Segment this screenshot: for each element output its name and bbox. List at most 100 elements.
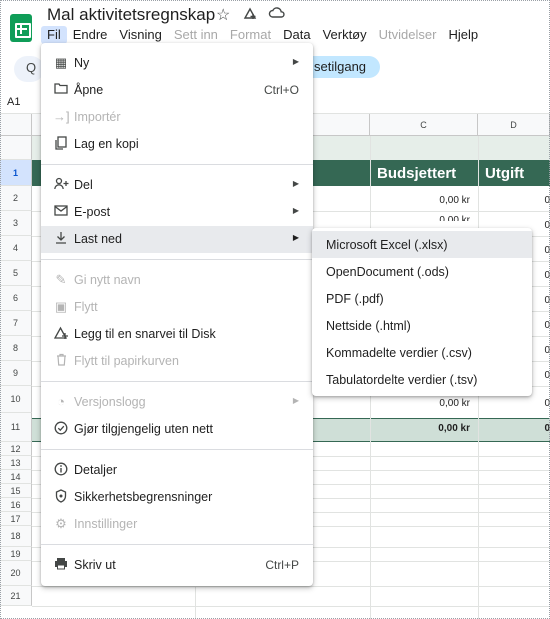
menu-item-email[interactable]: E-post ▶ xyxy=(41,199,313,226)
grid-line xyxy=(32,606,550,607)
menu-item-details[interactable]: Detaljer xyxy=(41,457,313,484)
menu-item-label: Åpne xyxy=(74,83,104,97)
row-header[interactable]: 4 xyxy=(0,236,32,261)
menu-help[interactable]: Hjelp xyxy=(442,26,484,44)
row-header[interactable]: 19 xyxy=(0,547,32,561)
row-header[interactable]: 14 xyxy=(0,470,32,484)
menu-item-share[interactable]: Del ▶ xyxy=(41,172,313,199)
submenu-arrow-icon: ▶ xyxy=(292,396,299,405)
column-header-d[interactable]: D xyxy=(478,114,550,136)
row-header[interactable]: 17 xyxy=(0,512,32,526)
submenu-item-label: PDF (.pdf) xyxy=(326,292,384,306)
name-box[interactable]: A1 xyxy=(7,96,20,108)
menu-item-open[interactable]: Åpne Ctrl+O xyxy=(41,77,313,104)
download-pdf[interactable]: PDF (.pdf) xyxy=(312,285,532,312)
menu-item-offline[interactable]: Gjør tilgjengelig uten nett xyxy=(41,416,313,443)
download-csv[interactable]: Kommadelte verdier (.csv) xyxy=(312,339,532,366)
row-header[interactable] xyxy=(0,136,32,160)
cell-c3[interactable]: 0,00 kr xyxy=(372,215,470,221)
row-header[interactable]: 6 xyxy=(0,286,32,311)
menu-insert[interactable]: Sett inn xyxy=(168,26,224,44)
menu-item-label: Gjør tilgjengelig uten nett xyxy=(74,422,213,436)
menu-item-make-copy[interactable]: Lag en kopi xyxy=(41,131,313,158)
menu-item-trash[interactable]: Flytt til papirkurven xyxy=(41,348,313,375)
info-icon xyxy=(53,462,69,478)
row-header[interactable]: 3 xyxy=(0,211,32,236)
menu-item-settings[interactable]: ⚙ Innstillinger xyxy=(41,511,313,538)
submenu-item-label: Microsoft Excel (.xlsx) xyxy=(326,238,448,252)
security-icon xyxy=(53,489,69,505)
column-header-c[interactable]: C xyxy=(370,114,478,136)
row-header[interactable]: 9 xyxy=(0,361,32,386)
menu-view[interactable]: Visning xyxy=(113,26,167,44)
menu-extensions[interactable]: Utvidelser xyxy=(373,26,443,44)
menu-item-import[interactable]: →] Importér xyxy=(41,104,313,131)
download-tsv[interactable]: Tabulatordelte verdier (.tsv) xyxy=(312,366,532,393)
menu-separator xyxy=(41,449,313,450)
row-header[interactable]: 15 xyxy=(0,484,32,498)
menu-item-new[interactable]: ▦ Ny ▶ xyxy=(41,50,313,77)
row-header[interactable]: 2 xyxy=(0,186,32,211)
document-title[interactable]: Mal aktivitetsregnskap xyxy=(47,5,215,25)
menu-item-add-shortcut[interactable]: Legg til en snarvei til Disk xyxy=(41,321,313,348)
menu-data[interactable]: Data xyxy=(277,26,316,44)
cell-c2[interactable]: 0,00 kr xyxy=(372,195,470,206)
copy-icon xyxy=(53,136,69,152)
cell-d10[interactable]: 0 xyxy=(480,398,550,409)
row-header[interactable]: 5 xyxy=(0,261,32,286)
new-icon: ▦ xyxy=(54,55,68,70)
row-header[interactable]: 18 xyxy=(0,526,32,547)
row-header[interactable]: 11 xyxy=(0,413,32,442)
row-header[interactable]: 13 xyxy=(0,456,32,470)
menu-tools[interactable]: Verktøy xyxy=(317,26,373,44)
row-header[interactable]: 10 xyxy=(0,386,32,413)
folder-open-icon xyxy=(53,82,69,98)
row-header[interactable]: 12 xyxy=(0,442,32,456)
menu-item-download[interactable]: Last ned ▶ xyxy=(41,226,313,253)
cell-c11-total[interactable]: 0,00 kr xyxy=(372,423,470,434)
menu-item-label: Ny xyxy=(74,56,90,70)
cell-c10[interactable]: 0,00 kr xyxy=(372,398,470,409)
menu-item-rename[interactable]: ✎ Gi nytt navn xyxy=(41,267,313,294)
sheets-logo-icon[interactable] xyxy=(10,14,32,42)
offline-icon xyxy=(53,421,69,437)
menu-file[interactable]: Fil xyxy=(41,26,67,44)
menu-item-version-history[interactable]: ◔ Versjonslogg ▶ xyxy=(41,389,313,416)
menu-bar: Fil Endre Visning Sett inn Format Data V… xyxy=(41,26,484,44)
menu-item-label: Gi nytt navn xyxy=(74,273,141,287)
menu-item-move[interactable]: ▣ Flytt xyxy=(41,294,313,321)
row-header[interactable]: 8 xyxy=(0,336,32,361)
download-ods[interactable]: OpenDocument (.ods) xyxy=(312,258,532,285)
print-icon xyxy=(53,557,69,573)
menu-item-label: Skriv ut xyxy=(74,558,116,572)
rename-icon: ✎ xyxy=(55,272,67,287)
menu-edit[interactable]: Endre xyxy=(67,26,114,44)
row-header[interactable]: 16 xyxy=(0,498,32,512)
menu-item-label: Detaljer xyxy=(74,463,118,477)
move-to-drive-icon[interactable] xyxy=(242,5,258,26)
download-submenu: Microsoft Excel (.xlsx) OpenDocument (.o… xyxy=(312,228,532,396)
submenu-item-label: Kommadelte verdier (.csv) xyxy=(326,346,472,360)
row-header[interactable]: 1 xyxy=(0,160,32,186)
cell-d11-total[interactable]: 0 xyxy=(480,423,550,434)
menu-separator xyxy=(41,544,313,545)
row-header[interactable]: 21 xyxy=(0,586,32,606)
search-menus-button[interactable]: Q xyxy=(14,56,44,82)
menu-item-label: Last ned xyxy=(74,232,122,246)
cell-d2[interactable]: 0 xyxy=(480,195,550,206)
email-icon xyxy=(53,204,69,220)
download-html[interactable]: Nettside (.html) xyxy=(312,312,532,339)
select-all-corner[interactable] xyxy=(0,114,32,136)
header-budsjettert: Budsjettert xyxy=(377,165,457,182)
submenu-arrow-icon: ▶ xyxy=(292,179,299,188)
menu-format[interactable]: Format xyxy=(224,26,277,44)
menu-item-security[interactable]: Sikkerhetsbegrensninger xyxy=(41,484,313,511)
move-icon: ▣ xyxy=(54,299,68,314)
star-icon[interactable]: ☆ xyxy=(216,5,230,25)
menu-item-print[interactable]: Skriv ut Ctrl+P xyxy=(41,552,313,579)
cloud-status-icon[interactable] xyxy=(268,5,286,26)
row-header[interactable]: 20 xyxy=(0,561,32,586)
file-menu: ▦ Ny ▶ Åpne Ctrl+O →] Importér Lag en ko… xyxy=(41,43,313,586)
row-header[interactable]: 7 xyxy=(0,311,32,336)
download-xlsx[interactable]: Microsoft Excel (.xlsx) xyxy=(312,231,532,258)
